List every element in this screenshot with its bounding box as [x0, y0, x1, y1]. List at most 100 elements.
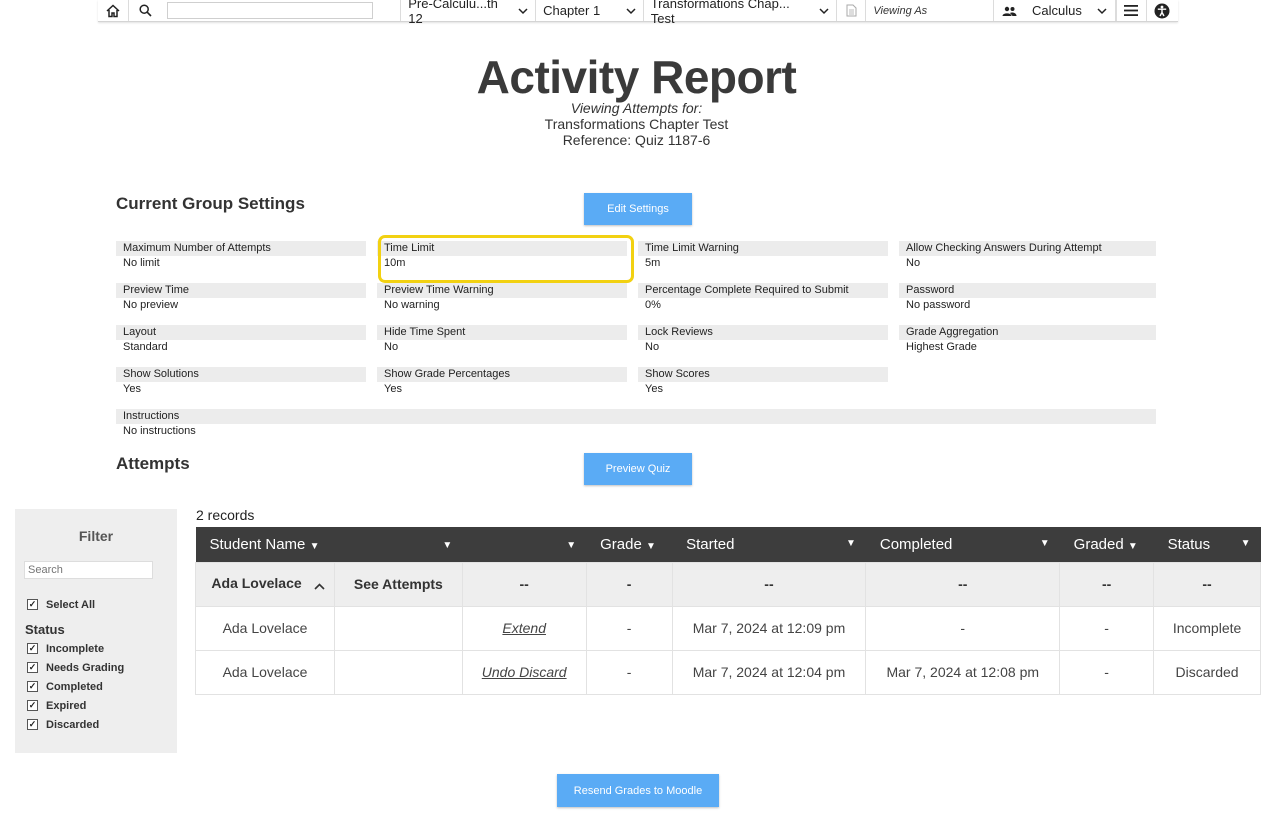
table-row: Ada Lovelace Undo Discard - Mar 7, 2024 …	[195, 649, 1261, 695]
setting-value: Yes	[123, 383, 141, 395]
top-nav-bar: Pre-Calculu...th 12 Chapter 1 Transforma…	[98, 0, 1178, 26]
checkbox-checked-icon: ✓	[27, 643, 38, 654]
caret-down-icon: ▼	[645, 540, 656, 552]
setting-label: Preview Time	[116, 283, 366, 298]
viewing-as-field[interactable]: Viewing As	[866, 0, 995, 21]
table-cell: --	[865, 561, 1061, 607]
quiz-reference: Reference: Quiz 1187-6	[562, 132, 711, 148]
page-title: Activity Report	[476, 51, 797, 103]
document-button[interactable]	[837, 0, 867, 21]
column-header-label: Started	[686, 535, 735, 553]
home-button[interactable]	[98, 0, 130, 21]
column-header-2[interactable]: ▼	[334, 527, 463, 562]
setting-show-grade-percentages: Show Grade Percentages Yes	[377, 367, 627, 397]
resend-grades-button[interactable]: Resend Grades to Moodle	[557, 774, 719, 807]
setting-value: 0%	[645, 299, 661, 311]
setting-preview-time-warning: Preview Time Warning No warning	[377, 283, 627, 313]
table-group-row: Ada Lovelace See Attempts -- - -- -- -- …	[195, 561, 1261, 607]
status-filter-label: Needs Grading	[46, 661, 125, 674]
attempts-table: Student Name ▼ ▼ ▼ Grade ▼ Started ▼ Comp…	[195, 527, 1261, 695]
setting-label: Show Grade Percentages	[377, 367, 627, 382]
setting-label: Instructions	[116, 409, 1156, 424]
setting-label: Time Limit Warning	[638, 241, 888, 256]
grade-cell: -	[585, 649, 673, 695]
column-header-label: Completed	[879, 535, 953, 553]
nav-search-input[interactable]	[167, 2, 374, 19]
caret-down-icon: ▼	[1039, 537, 1050, 549]
menu-button[interactable]	[1115, 0, 1147, 21]
extend-link[interactable]: Extend	[502, 620, 546, 636]
chevron-down-icon	[1097, 3, 1107, 18]
chapter-select-label: Chapter 1	[543, 3, 601, 18]
column-header-student-name[interactable]: Student Name ▼	[195, 527, 335, 562]
checkbox-checked-icon: ✓	[27, 700, 38, 711]
chapter-select[interactable]: Chapter 1	[536, 0, 644, 21]
search-area	[129, 0, 379, 21]
setting-label: Percentage Complete Required to Submit	[638, 283, 888, 298]
course-select[interactable]: Pre-Calculu...th 12	[400, 0, 537, 26]
status-filter-incomplete[interactable]: ✓ Incomplete	[27, 639, 177, 658]
setting-label: Password	[899, 283, 1156, 298]
column-header-status[interactable]: Status ▼	[1153, 527, 1261, 562]
setting-instructions: Instructions No instructions	[116, 409, 1156, 439]
setting-password: Password No password	[899, 283, 1156, 313]
status-heading: Status	[25, 622, 65, 637]
activity-select[interactable]: Transformations Chap... Test	[644, 0, 838, 26]
column-header-3[interactable]: ▼	[462, 527, 587, 562]
group-select[interactable]: Calculus	[994, 0, 1116, 21]
search-icon[interactable]	[129, 4, 161, 17]
status-filter-completed[interactable]: ✓ Completed	[27, 677, 177, 696]
users-icon	[1002, 6, 1017, 16]
status-filter-needs-grading[interactable]: ✓ Needs Grading	[27, 658, 177, 677]
filter-search-input[interactable]	[24, 561, 153, 579]
select-all-checkbox[interactable]: ✓ Select All	[27, 595, 177, 614]
setting-value: 10m	[384, 257, 406, 269]
status-filter-discarded[interactable]: ✓ Discarded	[27, 715, 177, 734]
activity-name: Transformations Chapter Test	[544, 116, 729, 132]
viewing-as-label: Viewing As	[873, 4, 928, 17]
preview-quiz-button[interactable]: Preview Quiz	[584, 453, 692, 485]
column-header-grade[interactable]: Grade ▼	[586, 527, 673, 562]
setting-value: No password	[906, 299, 971, 311]
status-filter-label: Discarded	[46, 718, 100, 731]
caret-down-icon: ▼	[442, 539, 453, 551]
table-row: Ada Lovelace Extend - Mar 7, 2024 at 12:…	[195, 605, 1261, 651]
filter-title: Filter	[78, 528, 114, 544]
grade-cell: -	[585, 605, 673, 651]
setting-time-limit-warning: Time Limit Warning 5m	[638, 241, 888, 271]
accessibility-button[interactable]	[1147, 0, 1178, 21]
chevron-down-icon	[518, 3, 528, 18]
accessibility-icon	[1154, 3, 1170, 18]
setting-label: Time Limit	[377, 241, 627, 256]
completed-cell: -	[865, 605, 1061, 651]
undo-discard-link[interactable]: Undo Discard	[482, 664, 567, 680]
chevron-down-icon	[819, 3, 829, 18]
column-header-completed[interactable]: Completed ▼	[865, 527, 1060, 562]
status-filter-label: Completed	[46, 680, 103, 693]
records-count: 2 records	[196, 507, 255, 523]
see-attempts-cell[interactable]: See Attempts	[333, 561, 463, 607]
setting-label: Show Solutions	[116, 367, 366, 382]
caret-down-icon: ▼	[1127, 540, 1138, 552]
column-header-label: Status	[1167, 535, 1211, 553]
caret-down-icon: ▼	[1240, 537, 1251, 549]
column-header-started[interactable]: Started ▼	[672, 527, 866, 562]
setting-layout: Layout Standard	[116, 325, 366, 355]
status-filter-expired[interactable]: ✓ Expired	[27, 696, 177, 715]
edit-settings-button[interactable]: Edit Settings	[584, 193, 692, 225]
setting-show-solutions: Show Solutions Yes	[116, 367, 366, 397]
setting-value: No warning	[384, 299, 440, 311]
setting-label: Hide Time Spent	[377, 325, 627, 340]
setting-value: 5m	[645, 257, 661, 269]
column-header-graded[interactable]: Graded ▼	[1059, 527, 1154, 562]
table-cell	[333, 605, 463, 651]
setting-allow-checking-answers: Allow Checking Answers During Attempt No	[899, 241, 1156, 271]
column-header-label: Graded	[1073, 535, 1124, 553]
group-student-name: Ada Lovelace	[211, 575, 302, 592]
setting-label: Preview Time Warning	[377, 283, 627, 298]
hamburger-menu-icon	[1124, 5, 1139, 16]
group-student-cell[interactable]: Ada Lovelace	[195, 561, 335, 607]
table-cell: --	[461, 561, 587, 607]
column-header-label: Grade	[600, 535, 642, 553]
status-filter-label: Incomplete	[46, 642, 105, 655]
